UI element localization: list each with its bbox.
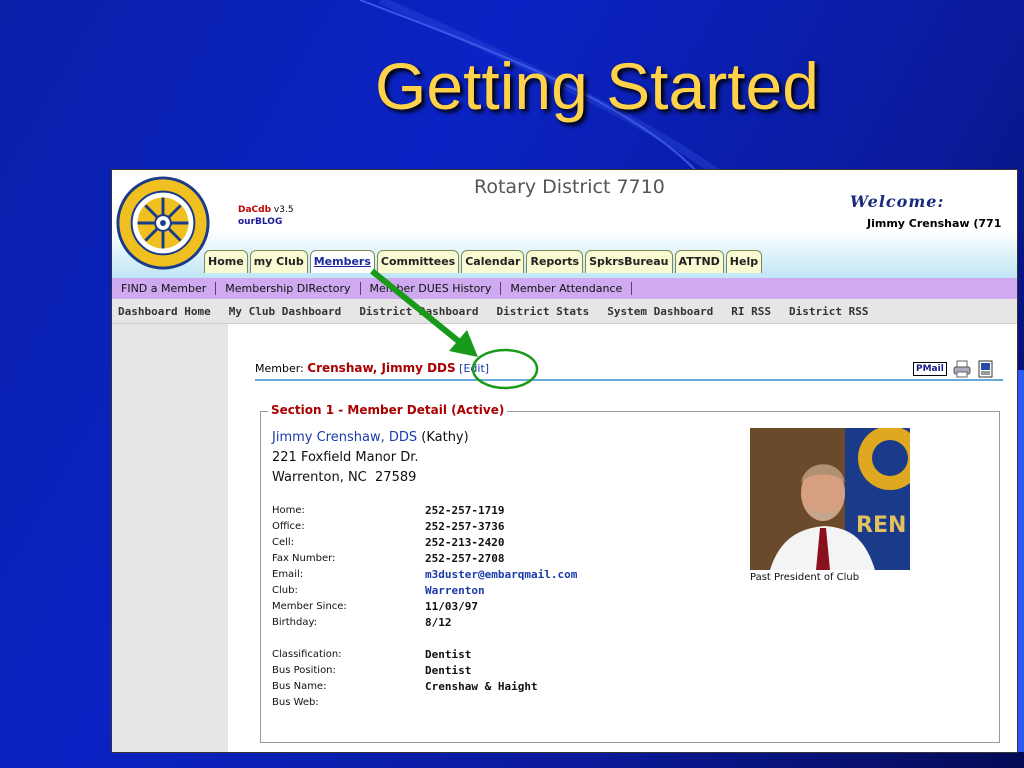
photo-banner-text: REN (856, 513, 906, 538)
tab-spkrsbureau[interactable]: SpkrsBureau (585, 250, 673, 273)
members-subnav: FIND a Member Membership DIRectory Membe… (112, 278, 1017, 299)
slide-title: Getting Started (375, 49, 819, 123)
district-title: Rotary District 7710 (474, 176, 665, 198)
section-legend: Section 1 - Member Detail (Active) (268, 403, 508, 417)
detail-row: Birthday: 8/12 (272, 616, 452, 629)
member-address-block: Jimmy Crenshaw, DDS (Kathy) 221 Foxfield… (272, 428, 469, 488)
detail-row: Bus Web: (272, 697, 319, 708)
detail-row: Email: m3duster@embarqmail.com (272, 567, 578, 583)
print-icon[interactable] (953, 360, 971, 378)
detail-row: Fax Number: 252-257-2708 (272, 552, 505, 565)
detail-row: Home: 252-257-1719 (272, 504, 505, 517)
subnav-find-member[interactable]: FIND a Member (112, 282, 217, 295)
detail-row: Cell: 252-213-2420 (272, 536, 505, 549)
dashnav-system-dashboard[interactable]: System Dashboard (601, 305, 725, 318)
tab-attnd[interactable]: ATTND (674, 250, 724, 273)
detail-row: Bus Position: Dentist (272, 664, 472, 677)
app-header: DaCdb v3.5 ourBLOG Rotary District 7710 … (112, 170, 1017, 278)
dashnav-ri-rss[interactable]: RI RSS (725, 305, 783, 318)
toolbar-icons: PMail (913, 360, 995, 378)
member-details: Home: 252-257-1719 Office: 252-257-3736 Ce… (272, 503, 577, 711)
edit-link[interactable]: [Edit] (459, 362, 489, 375)
tab-calendar[interactable]: Calendar (461, 250, 525, 273)
tab-home[interactable]: Home (204, 250, 248, 273)
dashboard-nav: Dashboard Home My Club Dashboard Distric… (112, 299, 1017, 324)
tab-help[interactable]: Help (725, 250, 763, 273)
detail-row: Club: Warrenton (272, 583, 485, 599)
detail-row: Member Since: 11/03/97 (272, 600, 478, 613)
main-tabs: Home my Club Members Committees Calendar… (204, 250, 763, 273)
detail-row: Classification: Dentist (272, 648, 472, 661)
dacdb-brand[interactable]: DaCdb v3.5 ourBLOG (238, 204, 294, 228)
member-name: Crenshaw, Jimmy DDS (307, 361, 456, 375)
welcome-user: Jimmy Crenshaw (771 (867, 217, 1002, 230)
header-divider (255, 379, 1003, 381)
club-link[interactable]: Warrenton (425, 583, 485, 599)
address-line-1: 221 Foxfield Manor Dr. (272, 450, 419, 465)
left-panel (112, 324, 228, 752)
tab-reports[interactable]: Reports (526, 250, 584, 273)
dashnav-district-dashboard[interactable]: District Dashboard (353, 305, 490, 318)
dashnav-district-stats[interactable]: District Stats (491, 305, 602, 318)
member-nickname: (Kathy) (421, 430, 469, 445)
tab-committees[interactable]: Committees (376, 250, 460, 273)
dashnav-district-rss[interactable]: District RSS (783, 305, 880, 318)
ourblog-link[interactable]: ourBLOG (238, 217, 282, 227)
member-full-name[interactable]: Jimmy Crenshaw, DDS (272, 430, 417, 445)
address-line-2: Warrenton, NC 27589 (272, 470, 417, 485)
member-photo: REN (750, 428, 910, 570)
tab-my-club[interactable]: my Club (249, 250, 308, 273)
browser-screenshot: DaCdb v3.5 ourBLOG Rotary District 7710 … (111, 169, 1018, 753)
detail-row: Office: 252-257-3736 (272, 520, 505, 533)
rotary-logo (116, 176, 210, 270)
detail-row: Bus Name: Crenshaw & Haight (272, 680, 538, 693)
photo-caption: Past President of Club (750, 572, 860, 583)
subnav-member-dues-history[interactable]: Member DUES History (361, 282, 502, 295)
welcome-label: Welcome: (850, 192, 945, 211)
subnav-membership-directory[interactable]: Membership DIRectory (216, 282, 361, 295)
member-header: Member: Crenshaw, Jimmy DDS [Edit] (255, 361, 490, 375)
pmail-icon[interactable]: PMail (913, 362, 947, 376)
subnav-member-attendance[interactable]: Member Attendance (501, 282, 633, 295)
dashnav-dashboard-home[interactable]: Dashboard Home (112, 305, 223, 318)
dashnav-my-club-dashboard[interactable]: My Club Dashboard (223, 305, 354, 318)
email-link[interactable]: m3duster@embarqmail.com (425, 567, 577, 583)
tab-members[interactable]: Members (309, 250, 375, 273)
word-doc-icon[interactable] (977, 360, 995, 378)
